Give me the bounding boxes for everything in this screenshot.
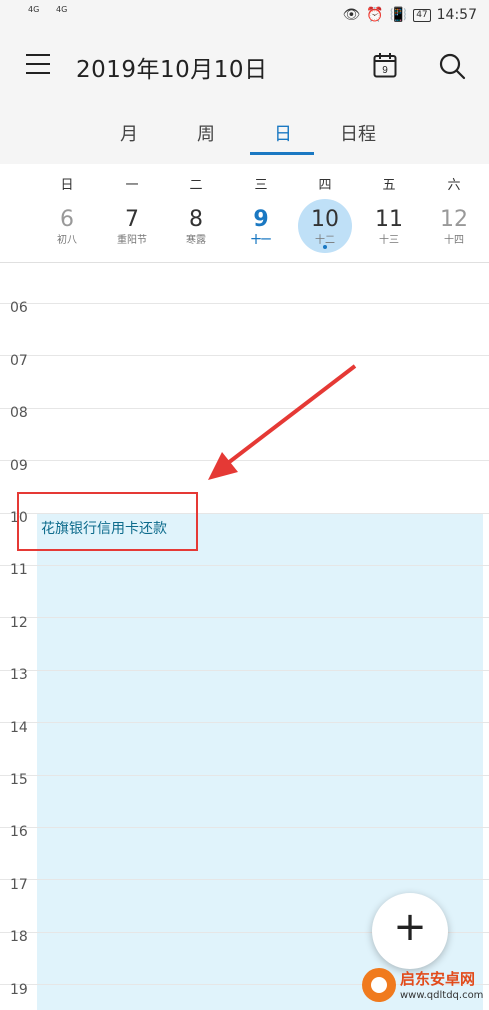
watermark-logo-icon [362,968,396,1002]
annotation-arrow [208,364,357,480]
watermark-url: www.qdltdq.com [400,990,484,1001]
watermark-name: 启东安卓网 [400,970,476,988]
watermark: 启东安卓网 www.qdltdq.com [360,966,489,1010]
plus-icon: + [393,904,427,950]
add-event-button[interactable]: + [372,893,448,969]
